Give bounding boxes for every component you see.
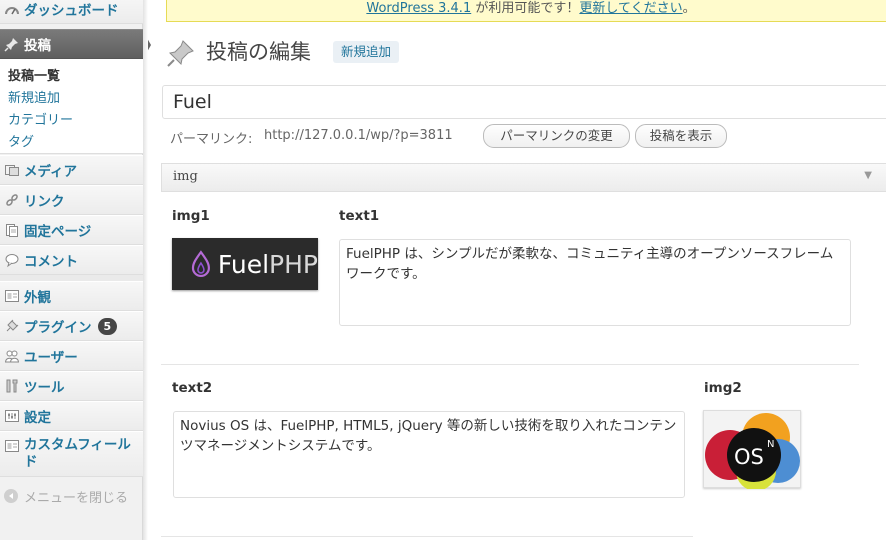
collapse-menu[interactable]: メニューを閉じる — [0, 484, 128, 508]
view-post-button[interactable]: 投稿を表示 — [635, 124, 727, 148]
pages-icon — [3, 221, 21, 239]
posts-submenu: 投稿一覧 新規追加 カテゴリー タグ — [0, 59, 143, 154]
img2-label: img2 — [704, 380, 742, 396]
add-new-post-button[interactable]: 新規追加 — [333, 41, 400, 63]
menu-custom-fields-label: カスタムフィールド — [24, 437, 131, 470]
menu-custom-fields[interactable]: カスタムフィールド — [0, 431, 143, 477]
menu-comments[interactable]: コメント — [0, 245, 143, 275]
metabox-header[interactable]: img ▼ — [161, 163, 886, 192]
menu-settings[interactable]: 設定 — [0, 401, 143, 431]
menu-comments-label: コメント — [24, 254, 78, 270]
menu-posts[interactable]: 投稿 — [0, 29, 143, 59]
pushpin-icon — [3, 35, 21, 53]
menu-dashboard-label: ダッシュボード — [24, 3, 119, 19]
nag-text: が利用可能です！ — [471, 1, 580, 16]
menu-appearance-label: 外観 — [24, 290, 51, 306]
users-icon — [3, 347, 21, 365]
menu-users-label: ユーザー — [24, 350, 78, 366]
novius-os-text: OS — [734, 445, 764, 469]
media-icon — [3, 161, 21, 179]
fuelphp-logo-image[interactable]: FuelPHP — [172, 238, 318, 290]
appearance-icon — [3, 287, 21, 305]
text1-textarea[interactable]: FuelPHP は、シンプルだが柔軟な、コミュニティ主導のオープンソースフレーム… — [339, 239, 851, 326]
menu-plugins-label: プラグイン — [24, 320, 92, 336]
sidebar-shadow — [143, 0, 148, 540]
metabox-title: img — [173, 169, 198, 184]
menu-users[interactable]: ユーザー — [0, 341, 143, 371]
menu-settings-label: 設定 — [24, 410, 51, 426]
permalink-url: http://127.0.0.1/wp/?p=3811 — [264, 128, 453, 143]
menu-links-label: リンク — [24, 194, 65, 210]
submenu-all-posts[interactable]: 投稿一覧 — [8, 65, 60, 84]
menu-appearance[interactable]: 外観 — [0, 281, 143, 311]
submenu-add-new[interactable]: 新規追加 — [8, 87, 60, 106]
fuelphp-logo-text: FuelPHP — [218, 250, 318, 279]
field-divider — [161, 364, 859, 365]
flame-icon — [191, 250, 210, 277]
menu-tools[interactable]: ツール — [0, 371, 143, 401]
permalink-label: パーマリンク: — [170, 132, 253, 147]
submenu-tags[interactable]: タグ — [8, 131, 34, 150]
novius-logo-graphic: OS N — [705, 413, 800, 491]
nag-end: 。 — [682, 1, 696, 16]
menu-tools-label: ツール — [24, 380, 65, 396]
wordpress-version-link[interactable]: WordPress 3.4.1 — [366, 1, 471, 16]
fuel-word: Fuel — [217, 249, 270, 279]
update-now-link[interactable]: 更新してください — [579, 1, 682, 16]
admin-sidebar: ダッシュボード 投稿 投稿一覧 新規追加 カテゴリー タグ メディア リンク 固… — [0, 0, 143, 540]
novius-os-logo-image[interactable]: OS N — [703, 410, 801, 491]
settings-icon — [3, 407, 21, 425]
plugin-update-badge: 5 — [97, 317, 118, 335]
link-icon — [3, 191, 21, 209]
collapse-arrow-icon — [4, 489, 18, 503]
post-title-input[interactable] — [162, 85, 886, 119]
submenu-categories[interactable]: カテゴリー — [8, 109, 73, 128]
collapse-menu-label: メニューを閉じる — [24, 490, 129, 506]
custom-fields-icon — [3, 437, 21, 455]
page-title: 投稿の編集 — [206, 40, 311, 64]
menu-plugins[interactable]: プラグイン 5 — [0, 311, 143, 341]
menu-media[interactable]: メディア — [0, 155, 143, 185]
comment-icon — [3, 251, 21, 269]
menu-media-label: メディア — [24, 164, 78, 180]
img1-label: img1 — [172, 208, 210, 224]
menu-pages[interactable]: 固定ページ — [0, 215, 143, 245]
novius-n-superscript: N — [767, 439, 774, 450]
php-word: PHP — [269, 249, 318, 279]
tools-icon — [3, 377, 21, 395]
text2-label: text2 — [172, 380, 213, 396]
metabox-toggle-icon[interactable]: ▼ — [864, 170, 872, 181]
menu-links[interactable]: リンク — [0, 185, 143, 215]
plugin-icon — [3, 317, 21, 335]
dashboard-icon — [3, 0, 21, 18]
menu-pages-label: 固定ページ — [24, 224, 92, 240]
menu-dashboard[interactable]: ダッシュボード — [0, 0, 143, 24]
menu-posts-label: 投稿 — [24, 38, 51, 54]
update-nag: WordPress 3.4.1 が利用可能です！更新してください。 — [166, 0, 886, 22]
text1-label: text1 — [339, 208, 380, 224]
field-divider-bottom — [161, 536, 693, 537]
text2-textarea[interactable]: Novius OS は、FuelPHP, HTML5, jQuery 等の新しい… — [173, 411, 685, 498]
change-permalink-button[interactable]: パーマリンクの変更 — [483, 124, 630, 148]
edit-post-pushpin-icon — [166, 38, 196, 68]
